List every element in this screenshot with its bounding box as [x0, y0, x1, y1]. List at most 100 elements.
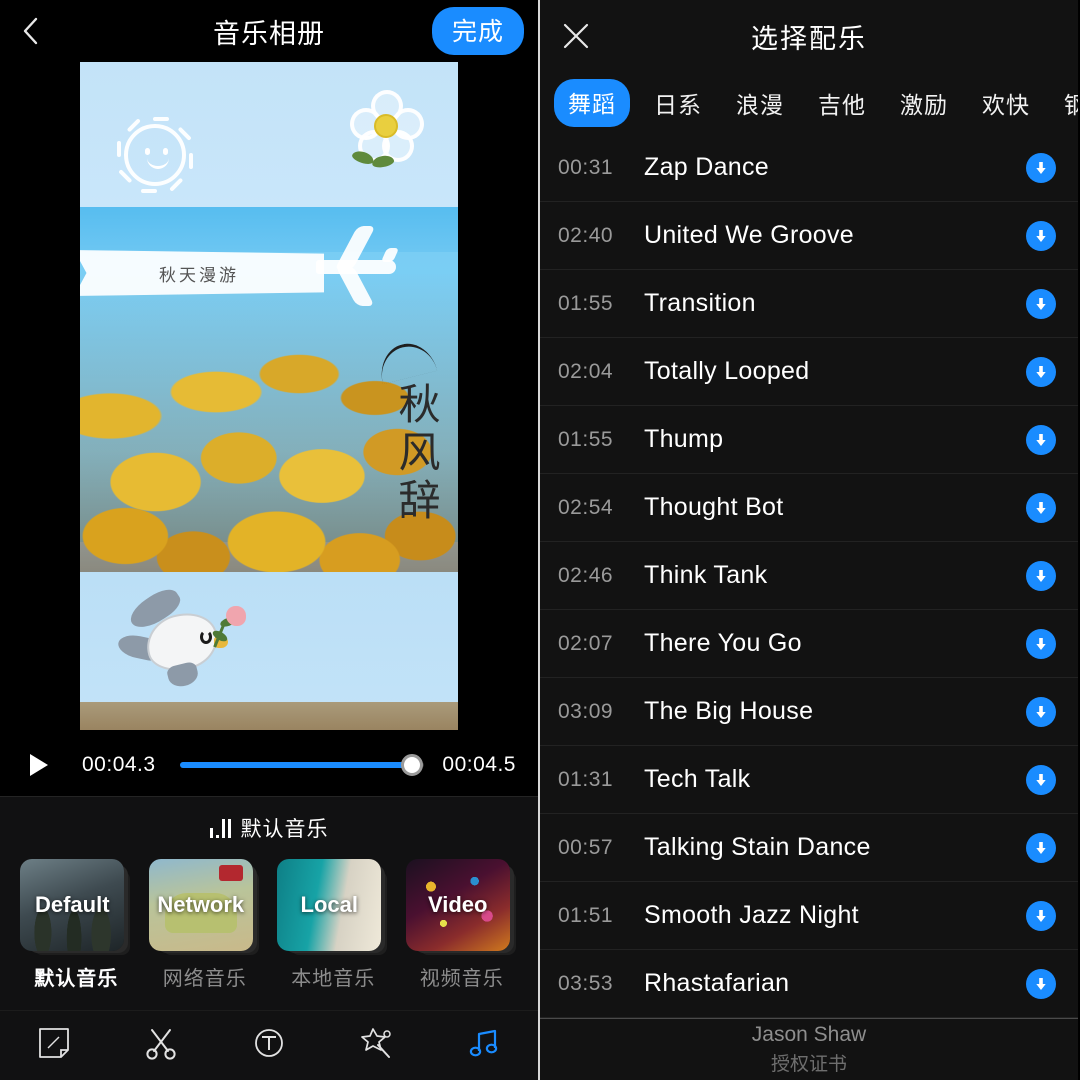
- flower-sticker[interactable]: [350, 90, 424, 169]
- music-source-network[interactable]: Network 网络音乐: [148, 859, 261, 991]
- artist-name: Jason Shaw: [751, 1023, 867, 1046]
- license-label[interactable]: 授权证书: [771, 1049, 847, 1076]
- chevron-left-icon: [23, 17, 38, 45]
- music-source-cover-text: Default: [34, 892, 110, 917]
- dove-with-rose-sticker[interactable]: [116, 583, 248, 702]
- track-row[interactable]: 02:07 There You Go: [540, 610, 1078, 678]
- track-row[interactable]: 02:54 Thought Bot: [540, 474, 1078, 542]
- track-title: The Big House: [644, 697, 814, 725]
- airplane-sticker[interactable]: [308, 226, 400, 306]
- download-button[interactable]: [1026, 764, 1056, 795]
- play-button[interactable]: [22, 748, 56, 782]
- download-button[interactable]: [1026, 220, 1056, 251]
- done-button[interactable]: 完成: [431, 7, 524, 55]
- download-button[interactable]: [1026, 152, 1056, 183]
- download-button[interactable]: [1026, 356, 1056, 387]
- music-source-thumbnail: Video: [405, 859, 510, 951]
- photo-canvas[interactable]: 秋天漫游 秋风辞: [80, 62, 458, 730]
- close-button[interactable]: [556, 16, 596, 56]
- progress-slider[interactable]: [179, 748, 425, 782]
- sun-doodle-sticker[interactable]: [117, 117, 193, 193]
- music-source-label: 视频音乐: [419, 968, 504, 990]
- banner-text-sticker[interactable]: 秋天漫游: [80, 250, 324, 296]
- download-icon: [1036, 637, 1046, 650]
- track-row[interactable]: 03:09 The Big House: [540, 678, 1078, 746]
- tab-钢琴[interactable]: 钢琴: [1054, 80, 1078, 126]
- music-source-thumbnail: Default: [20, 859, 125, 951]
- download-button[interactable]: [1026, 492, 1056, 523]
- toolbar-sticker[interactable]: [25, 1022, 83, 1070]
- toolbar-scissors[interactable]: [132, 1022, 190, 1070]
- current-music-row[interactable]: 默认音乐: [0, 797, 538, 855]
- download-button[interactable]: [1026, 968, 1056, 999]
- music-source-video[interactable]: Video 视频音乐: [405, 859, 518, 991]
- download-button[interactable]: [1026, 696, 1056, 727]
- track-row[interactable]: 02:04 Totally Looped: [540, 338, 1078, 406]
- track-title: Tech Talk: [644, 765, 751, 793]
- download-button[interactable]: [1026, 900, 1056, 931]
- back-button[interactable]: [14, 14, 48, 48]
- equalizer-icon: [209, 818, 231, 838]
- progress-fill: [179, 762, 413, 768]
- tab-激励[interactable]: 激励: [890, 80, 958, 126]
- progress-knob[interactable]: [401, 754, 424, 776]
- music-attribution-footer: Jason Shaw 授权证书: [540, 1018, 1078, 1080]
- tab-欢快[interactable]: 欢快: [972, 80, 1040, 126]
- track-duration: 01:31: [558, 767, 614, 791]
- track-row[interactable]: 03:53 Rhastafarian: [540, 950, 1078, 1018]
- close-icon: [563, 23, 589, 49]
- tab-日系[interactable]: 日系: [644, 80, 712, 126]
- track-title: United We Groove: [644, 221, 854, 249]
- track-row[interactable]: 01:31 Tech Talk: [540, 746, 1078, 814]
- music-source-local[interactable]: Local 本地音乐: [277, 859, 389, 991]
- tab-舞蹈[interactable]: 舞蹈: [554, 79, 630, 127]
- magic-wand-icon: [360, 1026, 394, 1065]
- tab-吉他[interactable]: 吉他: [808, 80, 876, 126]
- track-title: Rhastafarian: [644, 969, 790, 997]
- track-row[interactable]: 02:46 Think Tank: [540, 542, 1078, 610]
- download-button[interactable]: [1026, 560, 1056, 591]
- track-row[interactable]: 01:51 Smooth Jazz Night: [540, 882, 1078, 950]
- tab-浪漫[interactable]: 浪漫: [726, 80, 794, 126]
- toolbar-music-note[interactable]: [455, 1022, 513, 1070]
- music-source-default[interactable]: Default 默认音乐: [20, 859, 132, 991]
- track-row[interactable]: 00:31 Zap Dance: [540, 134, 1078, 202]
- music-picker-header: 选择配乐: [540, 0, 1078, 72]
- download-button[interactable]: [1026, 628, 1056, 659]
- sun-eye-right: [163, 148, 168, 155]
- track-row[interactable]: 01:55 Thump: [540, 406, 1078, 474]
- download-button[interactable]: [1026, 832, 1056, 863]
- download-icon: [1036, 841, 1046, 854]
- track-title: Zap Dance: [644, 153, 769, 181]
- track-duration: 01:55: [558, 291, 614, 315]
- track-duration: 00:31: [558, 155, 614, 179]
- track-row[interactable]: 02:40 United We Groove: [540, 202, 1078, 270]
- preview-area: 秋天漫游 秋风辞: [0, 62, 538, 734]
- download-button[interactable]: [1026, 424, 1056, 455]
- editor-header: 音乐相册 完成: [0, 0, 538, 62]
- sky-mid-band: [80, 207, 458, 252]
- download-icon: [1036, 501, 1046, 514]
- music-source-list: Default 默认音乐 Network 网络音乐 Local 本地音乐 Video 视频音乐: [0, 855, 538, 991]
- track-title: Think Tank: [644, 561, 768, 589]
- track-duration: 00:57: [558, 835, 614, 859]
- music-source-label: 本地音乐: [291, 968, 376, 990]
- editor-panel: 音乐相册 完成 秋天漫游 秋风辞 00:04.3 00:04.5 默认音乐 De…: [0, 0, 540, 1080]
- editor-toolbar: [0, 1010, 538, 1080]
- track-row[interactable]: 00:57 Talking Stain Dance: [540, 814, 1078, 882]
- track-row[interactable]: 01:55 Transition: [540, 270, 1078, 338]
- track-duration: 02:07: [558, 631, 614, 655]
- toolbar-text[interactable]: [240, 1022, 298, 1070]
- music-picker-title: 选择配乐: [751, 23, 867, 54]
- download-icon: [1036, 433, 1046, 446]
- music-source-thumbnail: Network: [148, 859, 253, 951]
- track-title: Totally Looped: [644, 357, 810, 385]
- track-duration: 02:04: [558, 359, 614, 383]
- music-source-cover-text: Video: [427, 892, 488, 917]
- vertical-text-sticker[interactable]: 秋风辞: [385, 382, 446, 526]
- download-button[interactable]: [1026, 288, 1056, 319]
- flower-center: [374, 114, 398, 138]
- sticker-icon: [37, 1026, 71, 1065]
- track-title: Transition: [644, 289, 756, 317]
- toolbar-magic-wand[interactable]: [348, 1022, 406, 1070]
